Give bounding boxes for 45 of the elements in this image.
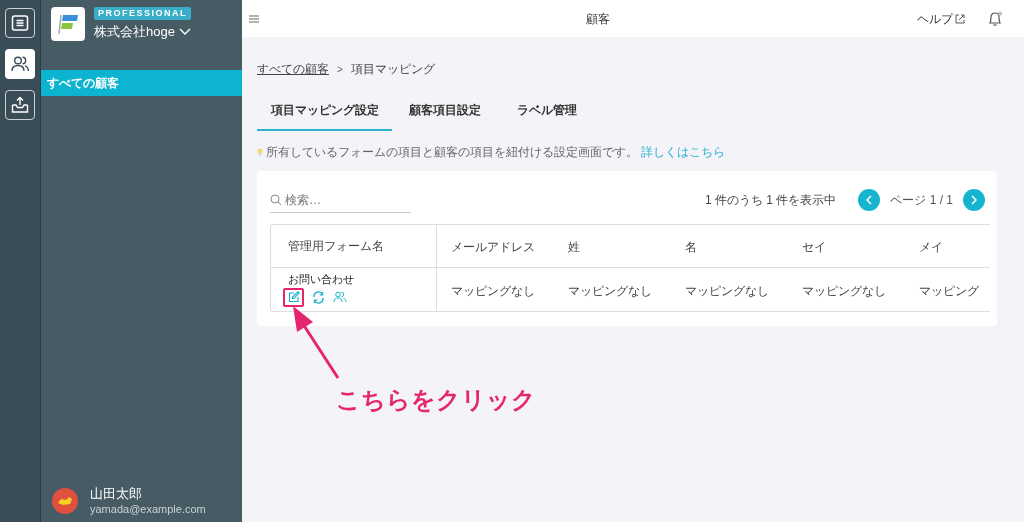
refresh-icon[interactable] [312,290,325,304]
table-cell: マッピングなし [685,283,769,298]
search-field[interactable]: 検索… [285,190,405,209]
list-icon[interactable] [5,8,35,38]
table-cell: マッピングなし [451,283,535,298]
tab[interactable]: ラベル管理 [497,97,597,131]
chevron-down-icon [178,27,191,36]
external-link-icon [955,13,965,24]
bell-icon[interactable] [987,10,1003,27]
people-icon[interactable] [5,49,35,79]
breadcrumb-current: 項目マッピング [350,61,435,78]
form-name: お問い合わせ [288,272,355,286]
column-header: 管理用フォーム名 [288,238,384,255]
breadcrumb-link[interactable]: すべての顧客 [257,60,329,78]
lightbulb-icon [257,148,263,156]
search-icon [270,193,282,206]
help-link[interactable]: ヘルプ [917,9,965,28]
logo-icon [51,7,85,41]
breadcrumb-separator: > [337,62,343,77]
hint-text: 所有しているフォームの項目と顧客の項目を紐付ける設定画面です。 [266,144,638,161]
company-dropdown[interactable]: 株式会社hoge [94,22,191,42]
column-header: 名 [685,240,697,254]
next-page-button[interactable] [963,189,985,211]
user-email: yamada@example.com [90,502,206,516]
upload-tray-icon[interactable] [5,90,35,120]
column-header: メイ [919,240,943,254]
page-title: 顧客 [586,10,610,28]
page-indicator: ページ 1 / 1 [890,192,953,209]
column-header: 姓 [568,240,580,254]
result-count: 1 件のうち 1 件を表示中 [704,192,837,209]
plan-badge: PROFESSIONAL [94,7,191,20]
column-header: セイ [802,240,826,254]
edit-icon[interactable] [283,287,304,307]
chevron-right-icon [970,195,978,205]
avatar [52,487,78,514]
table-cell: マッピングなし [802,283,886,298]
annotation-text: こちらをクリック [336,385,536,415]
tab[interactable]: 顧客項目設定 [392,97,497,131]
table-cell: マッピングなし [568,283,652,298]
previous-page-button[interactable] [858,189,881,211]
user-name: 山田太郎 [90,485,143,502]
tab[interactable]: 項目マッピング設定 [257,97,392,131]
column-header: メールアドレス [451,240,535,254]
chevron-left-icon [865,195,874,205]
table-cell: マッピング [919,283,979,298]
